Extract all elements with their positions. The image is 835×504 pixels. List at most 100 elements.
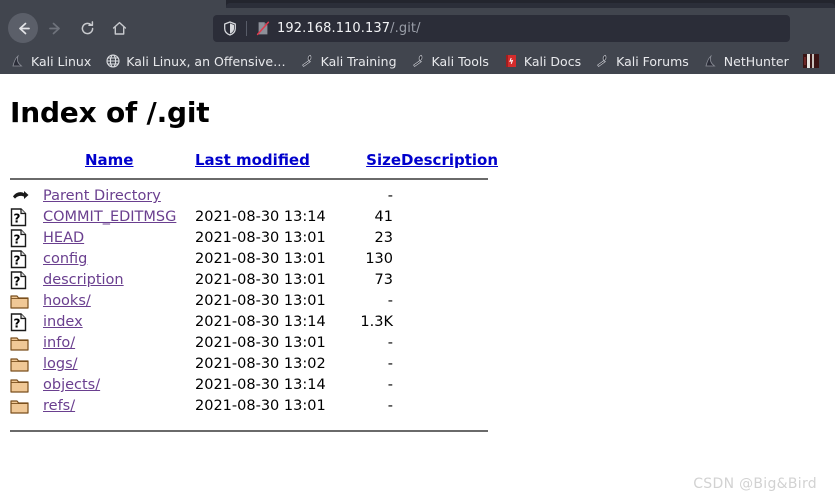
row-size-cell: 1.3K [360, 314, 393, 330]
bookmark-exploit-db[interactable] [802, 53, 824, 69]
home-icon [111, 20, 128, 37]
reload-button[interactable] [72, 13, 102, 43]
header-rule-cell [0, 174, 498, 186]
bookmark-kali-docs[interactable]: Kali Docs [503, 53, 581, 69]
bookmark-nethunter[interactable]: NetHunter [703, 53, 789, 69]
dir-link[interactable]: info/ [43, 335, 75, 351]
wrench-icon [411, 53, 427, 69]
row-date-cell: 2021-08-30 13:01 [195, 335, 326, 351]
header-description: Description [401, 151, 498, 174]
row-icon-cell: ? [0, 228, 43, 249]
row-desc-cell [401, 396, 498, 417]
svg-text:?: ? [14, 317, 21, 331]
svg-text:?: ? [14, 212, 21, 226]
row-size-cell: 130 [365, 251, 393, 267]
row-name-cell: objects/ [43, 375, 195, 396]
file-link[interactable]: COMMIT_EDITMSG [43, 209, 176, 225]
row-date-cell: 2021-08-30 13:14 [195, 377, 326, 393]
row-name-cell: logs/ [43, 354, 195, 375]
bookmark-kali-training[interactable]: Kali Training [300, 53, 397, 69]
sort-by-size-link[interactable]: Size [366, 151, 401, 169]
table-row[interactable]: ? index 2021-08-30 13:14 1.3K [0, 312, 498, 333]
table-body: Parent Directory - ? COMMIT_EDITMSG 2021… [0, 186, 498, 438]
bookmark-kali-tools[interactable]: Kali Tools [411, 53, 489, 69]
url-display: 192.168.110.137/.git/ [277, 21, 421, 36]
row-desc-cell [401, 354, 498, 375]
url-path: /.git/ [390, 20, 421, 36]
bookmark-label: Kali Training [320, 53, 397, 69]
dir-link[interactable]: objects/ [43, 377, 100, 393]
not-secure-crossed-page-icon[interactable] [254, 19, 272, 37]
directory-listing-table: Name Last modified Size Description Pare… [0, 151, 498, 438]
tab-strip [0, 0, 835, 8]
dir-link[interactable]: refs/ [43, 398, 75, 414]
file-link[interactable]: index [43, 314, 83, 330]
row-date-cell: 2021-08-30 13:02 [195, 356, 326, 372]
row-size-cell: - [387, 377, 393, 393]
bookmark-kali-linux-offensive[interactable]: Kali Linux, an Offensive… [105, 53, 286, 69]
shield-icon[interactable] [221, 19, 239, 37]
table-header-row: Name Last modified Size Description [0, 151, 498, 174]
file-link[interactable]: description [43, 272, 124, 288]
file-link[interactable]: HEAD [43, 230, 84, 246]
row-desc-cell [401, 333, 498, 354]
bookmark-label: Kali Tools [431, 53, 489, 69]
forward-button[interactable] [40, 13, 70, 43]
table-row[interactable]: info/ 2021-08-30 13:01 - [0, 333, 498, 354]
table-row[interactable]: hooks/ 2021-08-30 13:01 - [0, 291, 498, 312]
bookmark-kali-linux[interactable]: Kali Linux [10, 53, 91, 69]
active-tab[interactable] [226, 3, 835, 8]
unknown-file-icon: ? [10, 228, 43, 249]
footer-rule-row [0, 417, 498, 438]
row-size-cell: 41 [374, 209, 393, 225]
sort-by-name-link[interactable]: Name [85, 151, 133, 169]
folder-icon [10, 291, 43, 312]
bookmark-label: Kali Docs [523, 53, 582, 69]
table-row[interactable]: ? config 2021-08-30 13:01 130 [0, 249, 498, 270]
tab-strip-left-fill [0, 0, 226, 8]
row-name-cell: hooks/ [43, 291, 195, 312]
unknown-file-icon: ? [10, 207, 43, 228]
header-icon-col [0, 151, 43, 174]
row-date-cell: 2021-08-30 13:01 [195, 251, 326, 267]
row-size-cell: - [387, 293, 393, 309]
table-row[interactable]: logs/ 2021-08-30 13:02 - [0, 354, 498, 375]
row-icon-cell [0, 375, 43, 396]
folder-icon [10, 333, 43, 354]
dir-link[interactable]: Parent Directory [43, 188, 161, 204]
row-icon-cell [0, 333, 43, 354]
back-button[interactable] [8, 13, 38, 43]
table-row[interactable]: Parent Directory - [0, 186, 498, 207]
address-bar[interactable]: 192.168.110.137/.git/ [213, 14, 790, 42]
row-name-cell: COMMIT_EDITMSG [43, 207, 195, 228]
table-row[interactable]: refs/ 2021-08-30 13:01 - [0, 396, 498, 417]
row-desc-cell [401, 375, 498, 396]
row-size-cell: - [387, 356, 393, 372]
row-name-cell: config [43, 249, 195, 270]
bookmark-kali-forums[interactable]: Kali Forums [595, 53, 689, 69]
dir-link[interactable]: hooks/ [43, 293, 91, 309]
table-row[interactable]: ? HEAD 2021-08-30 13:01 23 [0, 228, 498, 249]
sort-by-date-link[interactable]: Last modified [195, 151, 310, 169]
bookmark-label: NetHunter [723, 53, 789, 69]
sort-by-description-link[interactable]: Description [401, 151, 498, 169]
row-desc-cell [401, 228, 498, 249]
table-row[interactable]: objects/ 2021-08-30 13:14 - [0, 375, 498, 396]
row-name-cell: description [43, 270, 195, 291]
home-button[interactable] [104, 13, 134, 43]
forward-arrow-icon [47, 20, 64, 37]
globe-icon [105, 53, 121, 69]
wrench-icon [300, 53, 316, 69]
file-link[interactable]: config [43, 251, 87, 267]
urlbar-container: 192.168.110.137/.git/ [136, 14, 827, 42]
table-row[interactable]: ? COMMIT_EDITMSG 2021-08-30 13:14 41 [0, 207, 498, 228]
dir-link[interactable]: logs/ [43, 356, 78, 372]
reload-icon [79, 20, 96, 37]
table-row[interactable]: ? description 2021-08-30 13:01 73 [0, 270, 498, 291]
header-name: Name [43, 151, 195, 174]
browser-chrome: 192.168.110.137/.git/ Kali Linux Kali Li… [0, 0, 835, 74]
row-desc-cell [401, 312, 498, 333]
row-date-cell: 2021-08-30 13:01 [195, 398, 326, 414]
svg-text:?: ? [14, 275, 21, 289]
back-arrow-icon [10, 186, 43, 207]
